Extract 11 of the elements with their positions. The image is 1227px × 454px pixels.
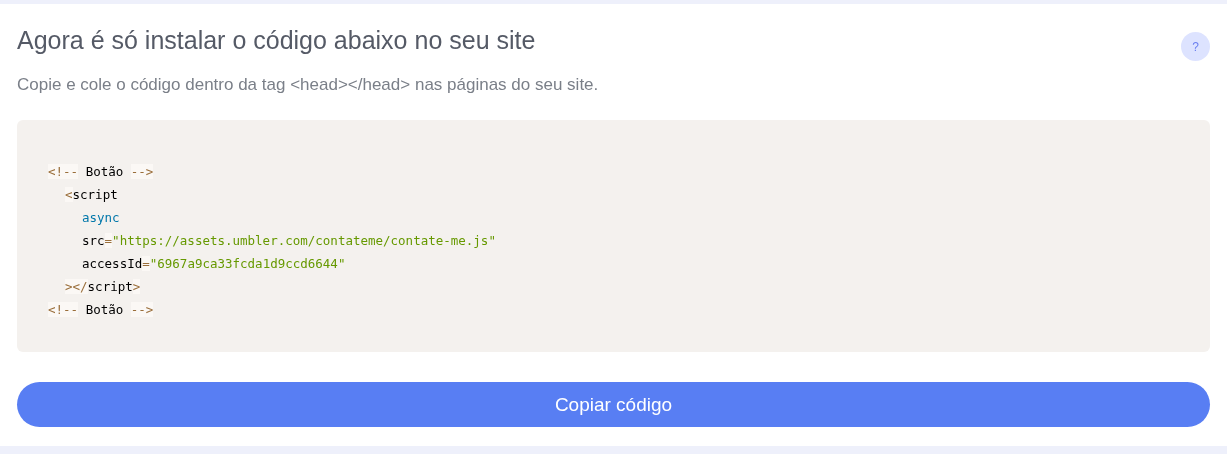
help-button[interactable]: ? xyxy=(1181,32,1210,61)
code-line: accessId="6967a9ca33fcda1d9ccd6644" xyxy=(81,255,346,273)
code-line: <script xyxy=(64,186,118,204)
code-line: ></script> xyxy=(64,278,141,296)
code-line: <!-- Botão --> xyxy=(48,163,154,181)
code-line: async xyxy=(81,209,120,227)
copy-code-button[interactable]: Copiar código xyxy=(17,382,1210,427)
page-title: Agora é só instalar o código abaixo no seu site xyxy=(17,26,536,55)
code-line: <!-- Botão --> xyxy=(48,301,154,319)
code-line: src="https://assets.umbler.com/contateme/contate-me.js" xyxy=(81,232,496,250)
page-subtitle: Copie e cole o código dentro da tag <head></head> nas páginas do seu site. xyxy=(17,75,600,95)
